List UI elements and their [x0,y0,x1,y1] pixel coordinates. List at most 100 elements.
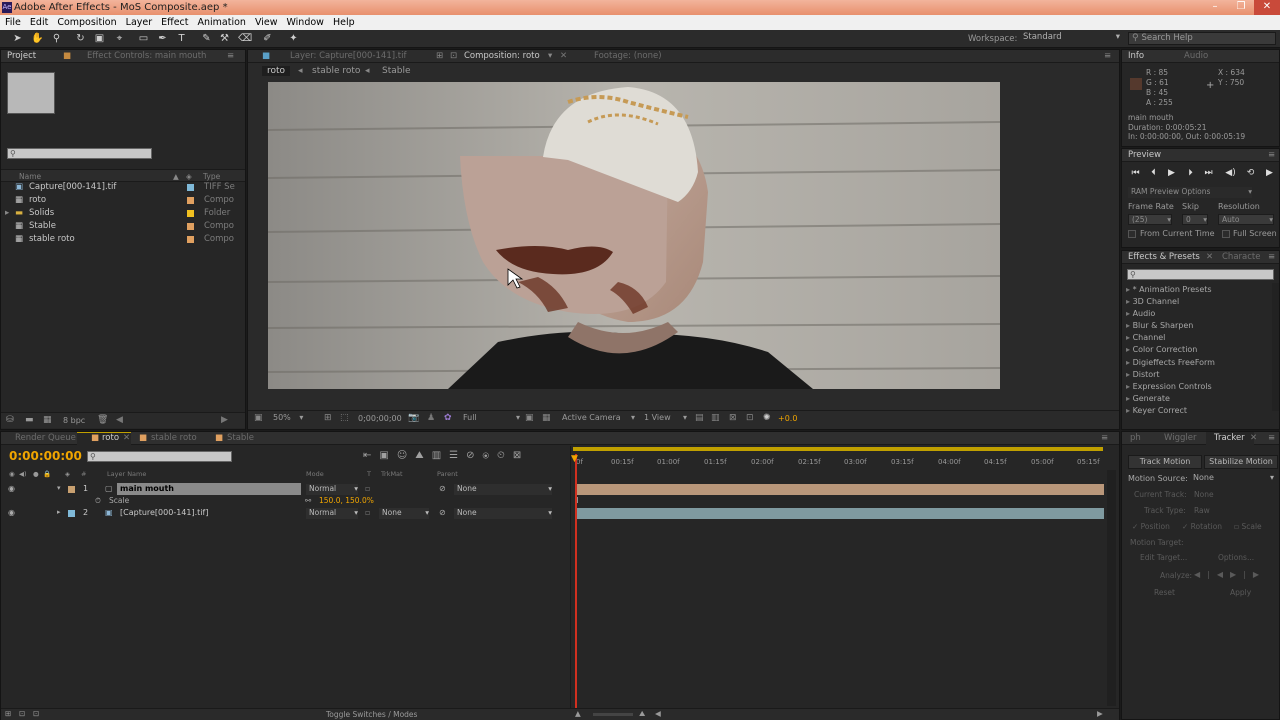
playhead-icon[interactable]: ▼ [571,454,578,464]
preserve-transparency-checkbox[interactable]: ▫ [365,508,370,517]
disclosure-triangle-icon[interactable]: ▸ [57,508,61,516]
column-parent[interactable]: Parent [437,470,458,478]
trash-icon[interactable]: 🗑 [97,415,108,425]
magnification-select[interactable]: 50% ▾ [270,413,318,425]
tab-close-icon[interactable]: ✕ [1250,432,1257,445]
skip-select[interactable]: 0 ▾ [1182,214,1208,225]
video-icon[interactable]: ◉ [9,470,15,478]
brainstorm-icon[interactable]: ☰ [449,450,466,461]
layer-name[interactable]: [Capture[000-141].tif] [120,508,208,517]
menu-window[interactable]: Window [286,17,323,28]
tab-layer-viewer[interactable]: Layer: Capture[000-141].tif [290,50,406,63]
pan-behind-tool-icon[interactable]: ⌖ [114,33,125,44]
label-color-swatch[interactable] [187,210,194,217]
analyze-backward-icon[interactable]: ◀ [1217,570,1230,579]
label-color-swatch[interactable] [187,223,194,230]
menu-animation[interactable]: Animation [198,17,246,28]
audio-icon[interactable]: ◀) [19,470,27,478]
column-mode[interactable]: Mode [306,470,324,478]
views-select[interactable]: 1 View ▾ [641,413,687,425]
timeline-icon[interactable]: ⊡ [746,413,754,423]
tab-composition-viewer[interactable]: Composition: roto [464,50,540,63]
project-search-input[interactable]: ⚲ [7,148,152,159]
last-frame-icon[interactable]: ⏭ [1203,168,1214,178]
resolution-select[interactable]: Auto ▾ [1218,214,1274,225]
zoom-slider[interactable] [593,713,633,716]
time-ruler[interactable]: 0f 00:15f 01:00f 01:15f 02:00f 02:15f 03… [573,452,1107,468]
layer-duration-bar[interactable] [576,484,1104,495]
effects-category-item[interactable]: ▸ * Animation Presets [1126,284,1270,296]
exposure-value[interactable]: +0.0 [778,414,797,423]
zoom-tool-icon[interactable]: ⚲ [51,33,62,44]
frame-rate-select[interactable]: (25) ▾ [1128,214,1172,225]
panel-menu-icon[interactable]: ≡ [1268,149,1275,162]
effects-category-item[interactable]: ▸ Audio [1126,308,1270,320]
tab-project[interactable]: Project [7,51,36,61]
effects-category-item[interactable]: ▸ Distort [1126,369,1270,381]
camera-select[interactable]: Active Camera ▾ [559,413,635,425]
timeline-scrollbar[interactable] [1107,470,1116,706]
preserve-transparency-checkbox[interactable]: ▫ [365,484,370,493]
breadcrumb-roto[interactable]: roto [262,66,291,76]
analyze-forward-icon[interactable]: ▶ [1230,570,1243,579]
comp-flowchart-icon[interactable]: ⊠ [513,450,529,461]
tab-close-icon[interactable]: ✕ [560,50,567,63]
column-layer-name[interactable]: Layer Name [107,470,146,478]
toggle-pixel-aspect-icon[interactable]: ▤ [695,413,704,423]
work-area-bar[interactable] [573,447,1103,451]
project-item[interactable]: ▦ Stable Compo [1,220,245,233]
zoom-in-icon[interactable]: ⛰ [639,709,645,719]
panel-menu-icon[interactable]: ≡ [1101,432,1108,445]
panel-menu-icon[interactable]: ≡ [1268,251,1275,264]
column-trkmat[interactable]: TrkMat [381,470,403,478]
menu-view[interactable]: View [255,17,278,28]
effects-category-item[interactable]: ▸ Blur & Sharpen [1126,320,1270,332]
parent-pickwhip-icon[interactable]: ⊘ [439,484,446,493]
scale-checkbox[interactable]: ▫ Scale [1234,522,1262,531]
effects-search-input[interactable]: ⚲ [1127,269,1274,280]
reset-exposure-icon[interactable]: ✺ [763,413,771,423]
effects-category-item[interactable]: ▸ Keyer Correct [1126,405,1270,417]
safe-zones-icon[interactable]: ⊞ [324,413,332,423]
layer-mode-select[interactable]: Normal ▾ [306,508,358,519]
parent-select[interactable]: None ▾ [454,484,552,495]
menu-layer[interactable]: Layer [126,17,153,28]
composition-canvas[interactable] [268,82,1000,389]
project-item[interactable]: ▸ ▬ Solids Folder [1,207,245,220]
first-frame-icon[interactable]: ⏮ [1130,168,1141,178]
effects-scrollbar[interactable] [1272,283,1279,411]
label-color-swatch[interactable] [187,184,194,191]
tab-render-queue[interactable]: Render Queue [15,432,76,445]
layer-duration-bar[interactable] [576,508,1104,519]
project-item[interactable]: ▦ roto Compo [1,194,245,207]
scroll-right-icon[interactable]: ▶ [221,415,228,425]
tab-preview[interactable]: Preview [1128,150,1161,160]
edit-target-button[interactable]: Edit Target... [1140,553,1187,562]
effects-category-item[interactable]: ▸ Generate [1126,393,1270,405]
roto-brush-tool-icon[interactable]: ✐ [262,33,273,44]
resolution-select[interactable]: Full ▾ [460,413,520,425]
mute-audio-icon[interactable]: ◀) [1225,168,1236,178]
lock-icon[interactable]: 🔒 [43,470,51,478]
next-frame-icon[interactable]: ⏵ [1185,168,1196,178]
tab-stable[interactable]: Stable [227,432,254,445]
workspace-select[interactable]: Standard ▾ [1020,33,1123,45]
scroll-left-icon[interactable]: ◀ [116,415,123,425]
layer-label-swatch[interactable] [68,486,75,493]
expand-timing-icon[interactable]: ⊡ [33,709,39,718]
comp-mini-flowchart-icon[interactable]: ⇤ [363,450,379,461]
brush-tool-icon[interactable]: ✎ [201,33,212,44]
previous-frame-icon[interactable]: ⏴ [1148,168,1159,178]
options-button[interactable]: Options... [1218,553,1254,562]
analyze-back-frame-icon[interactable]: ◀| [1194,570,1217,579]
breadcrumb-stable-roto[interactable]: stable roto [312,66,360,76]
comp-flowchart-icon[interactable]: ⊠ [729,413,737,423]
visibility-eye-icon[interactable]: ◉ [8,508,15,517]
fast-preview-icon[interactable]: ▣ [525,413,534,423]
tab-effects-presets[interactable]: Effects & Presets [1128,252,1200,262]
always-preview-icon[interactable]: ▣ [254,413,263,423]
column-t[interactable]: T [367,470,371,478]
full-screen-checkbox[interactable] [1222,230,1230,238]
interpret-footage-icon[interactable]: ⛁ [6,415,14,425]
menu-effect[interactable]: Effect [161,17,188,28]
